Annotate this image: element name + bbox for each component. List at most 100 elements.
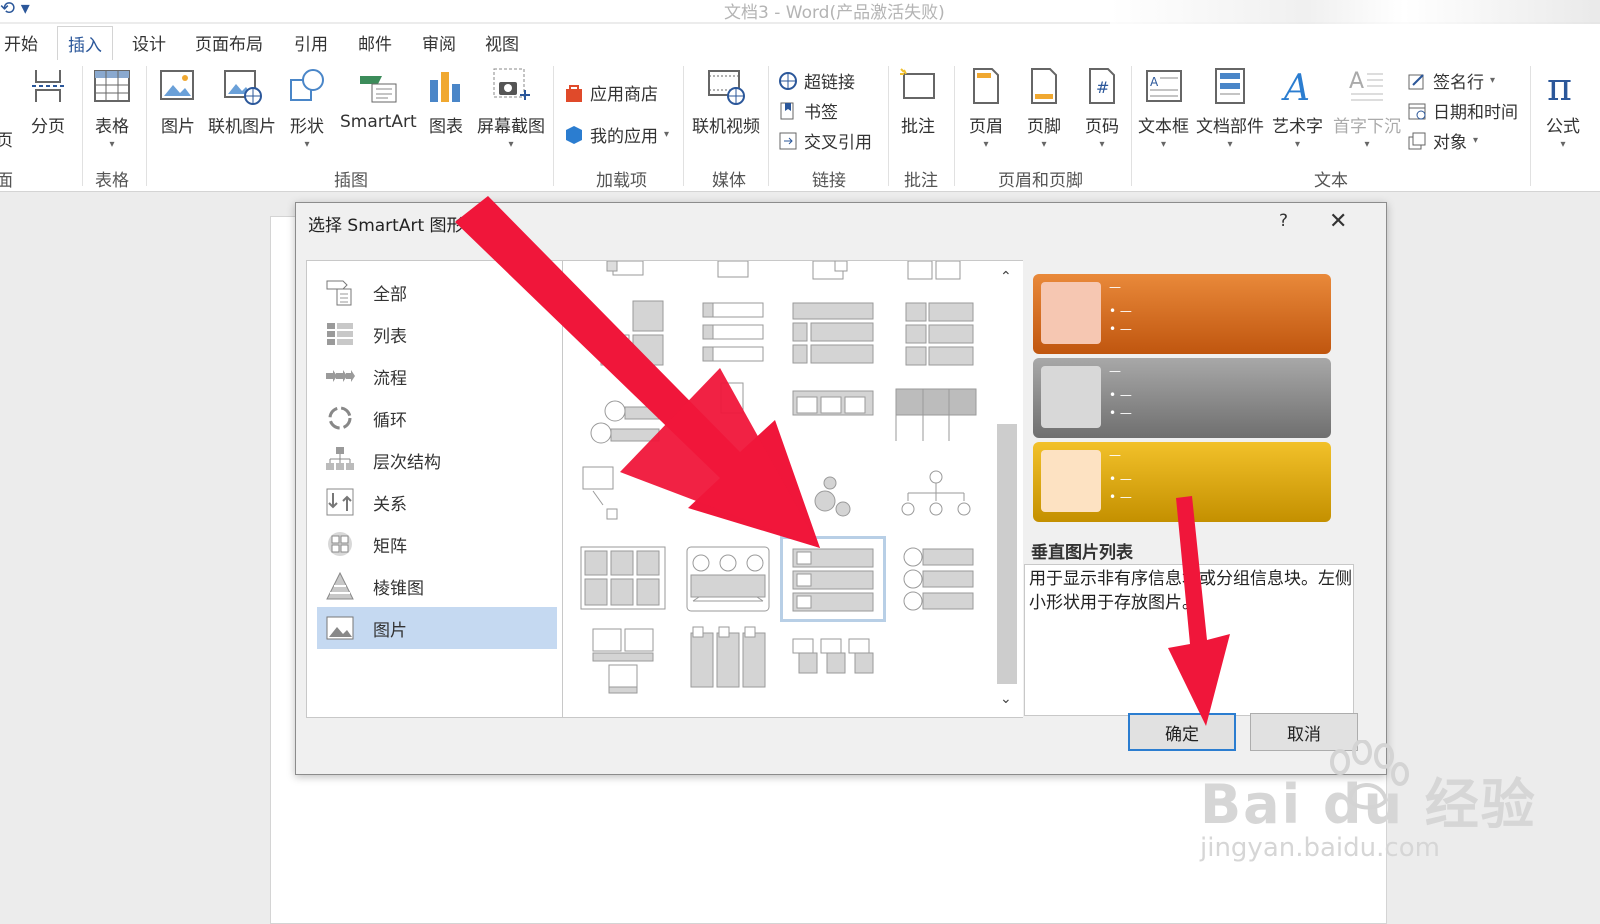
group-addins-label: 加载项 (596, 171, 647, 191)
equation-button[interactable]: π 公式 ▾ (1543, 66, 1583, 150)
signature-line-button[interactable]: 签名行 ▾ (1407, 68, 1495, 93)
category-pyramid[interactable]: 棱锥图 (317, 565, 557, 607)
table-button[interactable]: 表格 ▾ (92, 66, 132, 150)
app-store-button[interactable]: 应用商店 (564, 80, 658, 105)
help-button[interactable]: ? (1279, 211, 1288, 231)
online-picture-icon (224, 70, 262, 105)
hierarchy-icon (326, 447, 354, 470)
tab-review[interactable]: 审阅 (422, 30, 456, 55)
page-break-button[interactable]: 分页 (28, 66, 68, 137)
object-button[interactable]: 对象 ▾ (1407, 128, 1478, 153)
calendar-icon (1408, 103, 1426, 119)
pi-icon: π (1547, 66, 1572, 106)
preview-bullet-icon: • — (1109, 322, 1132, 336)
object-icon (1408, 132, 1426, 149)
tab-mailings[interactable]: 邮件 (358, 30, 392, 55)
chevron-down-icon: ▾ (1227, 139, 1233, 150)
shapes-button[interactable]: 形状 ▾ (287, 66, 327, 150)
group-links-label: 链接 (812, 171, 846, 191)
screenshot-icon (493, 68, 530, 100)
category-all[interactable]: 全部 (317, 271, 557, 313)
category-relationship[interactable]: 关系 (317, 481, 557, 523)
category-picture[interactable]: 图片 (317, 607, 557, 649)
drop-cap-label: 首字下沉 (1333, 117, 1401, 137)
dialog-title: 选择 SmartArt 图形 (308, 216, 464, 236)
category-label: 循环 (373, 410, 407, 431)
layout-thumbnail[interactable] (691, 297, 781, 377)
page-number-label: 页码 (1085, 117, 1119, 137)
ribbon-tabs: 开始 插入 设计 页面布局 引用 邮件 审阅 视图 (0, 24, 1600, 60)
chevron-down-icon: ▾ (508, 139, 514, 150)
chevron-down-icon: ▾ (1294, 139, 1301, 150)
text-box-label: 文本框 (1138, 117, 1189, 137)
layout-thumbnail[interactable] (577, 541, 667, 621)
online-picture-button[interactable]: 联机图片 (208, 66, 276, 137)
layout-thumbnail[interactable] (681, 541, 771, 621)
group-comments-label: 批注 (904, 171, 938, 191)
category-list: 全部 列表 流程 循环 层次结构 关系 矩阵 棱锥图 图片 (306, 260, 563, 718)
scrollbar-thumb[interactable] (997, 424, 1017, 684)
picture-button[interactable]: 图片 (158, 66, 198, 137)
category-label: 矩阵 (373, 536, 407, 557)
ok-button[interactable]: 确定 (1128, 713, 1236, 751)
category-cycle[interactable]: 循环 (317, 397, 557, 439)
category-label: 关系 (373, 494, 407, 515)
layout-vertical-picture-list[interactable] (780, 536, 886, 622)
ribbon-separator (553, 66, 554, 186)
smartart-button[interactable]: SmartArt (340, 66, 417, 132)
category-hierarchy[interactable]: 层次结构 (317, 439, 557, 481)
page-label: 页 (0, 131, 13, 151)
hyperlink-button[interactable]: 超链接 (778, 68, 855, 93)
tab-home[interactable]: 开始 (4, 30, 38, 55)
layout-thumbnail[interactable] (899, 541, 989, 621)
datetime-label: 日期和时间 (1433, 103, 1518, 123)
tab-insert[interactable]: 插入 (57, 26, 113, 60)
wordart-button[interactable]: A 艺术字 ▾ (1272, 66, 1323, 150)
preview-picture-placeholder (1041, 282, 1101, 344)
chevron-down-icon: ▾ (1490, 75, 1496, 86)
svg-text:A: A (1349, 69, 1364, 94)
online-video-button[interactable]: 联机视频 (692, 66, 760, 137)
text-box-button[interactable]: A 文本框 ▾ (1138, 66, 1189, 150)
tab-design[interactable]: 设计 (132, 30, 166, 55)
datetime-button[interactable]: 日期和时间 (1407, 98, 1518, 123)
wordart-label: 艺术字 (1272, 117, 1323, 137)
layout-thumbnail[interactable] (899, 297, 989, 377)
cross-reference-button[interactable]: 交叉引用 (778, 128, 872, 153)
comment-button[interactable]: 批注 (898, 66, 938, 137)
scroll-down-icon[interactable]: ⌄ (1000, 691, 1012, 707)
preview-line-icon: — (1109, 280, 1121, 294)
hyperlink-label: 超链接 (804, 73, 855, 93)
layout-thumbnail[interactable] (785, 297, 875, 377)
tab-layout[interactable]: 页面布局 (195, 30, 263, 55)
screenshot-button[interactable]: 屏幕截图 ▾ (477, 66, 545, 150)
layout-thumbnail[interactable] (577, 297, 667, 377)
chevron-down-icon: ▾ (1041, 139, 1047, 150)
quick-parts-icon (1215, 68, 1245, 104)
page-number-button[interactable]: # 页码 ▾ (1082, 66, 1122, 150)
bookmark-button[interactable]: 书签 (778, 98, 838, 123)
quick-parts-button[interactable]: 文档部件 ▾ (1196, 66, 1264, 150)
category-label: 列表 (373, 326, 407, 347)
tab-references[interactable]: 引用 (294, 30, 328, 55)
screenshot-label: 屏幕截图 (477, 117, 545, 137)
scroll-up-icon[interactable]: ⌃ (1000, 269, 1012, 285)
chart-icon (430, 72, 460, 102)
ribbon-separator (954, 66, 955, 186)
quick-access-toolbar[interactable]: ⟲ ▾ (0, 0, 30, 19)
footer-button[interactable]: 页脚 ▾ (1024, 66, 1064, 150)
gallery-scrollbar[interactable]: ⌃ ⌄ (997, 269, 1017, 711)
category-matrix[interactable]: 矩阵 (317, 523, 557, 565)
page-button[interactable]: 页 (0, 126, 13, 151)
all-icon (326, 280, 352, 306)
chevron-down-icon: ▾ (664, 129, 670, 140)
category-list-type[interactable]: 列表 (317, 313, 557, 355)
category-process[interactable]: 流程 (317, 355, 557, 397)
chart-button[interactable]: 图表 (426, 66, 466, 137)
my-apps-button[interactable]: 我的应用 ▾ (564, 122, 669, 147)
drop-cap-button[interactable]: A 首字下沉 ▾ (1333, 66, 1401, 150)
svg-text:π: π (1547, 66, 1572, 106)
close-button[interactable]: ✕ (1329, 209, 1347, 234)
tab-view[interactable]: 视图 (485, 30, 519, 55)
header-button[interactable]: 页眉 ▾ (966, 66, 1006, 150)
